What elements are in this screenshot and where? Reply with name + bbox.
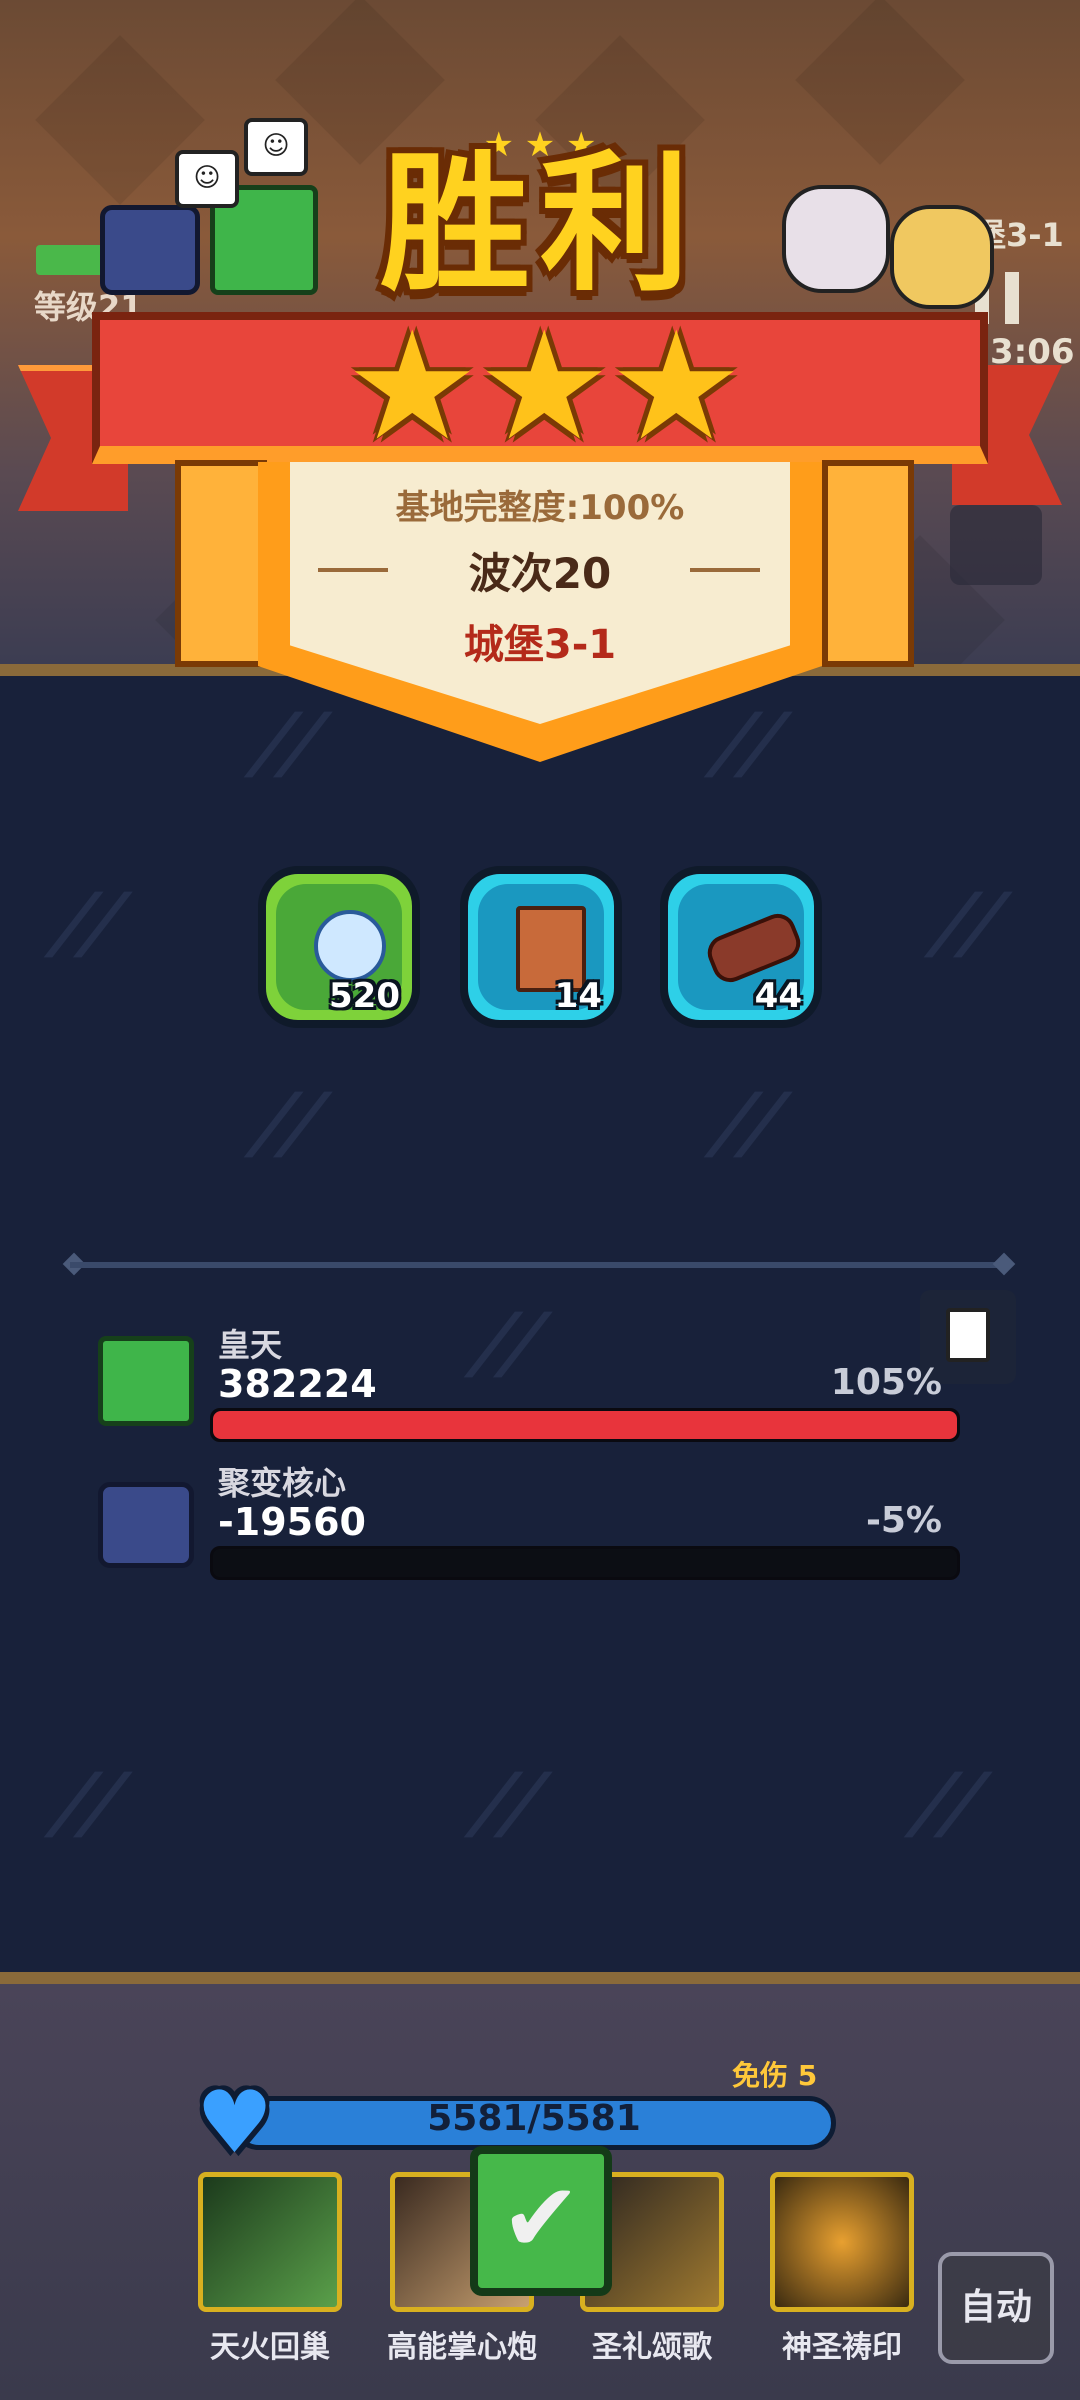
- fusion-core-avatar: [98, 1482, 194, 1568]
- base-integrity-text: 基地完整度:100%: [395, 488, 685, 528]
- huangtian-avatar: [98, 1336, 194, 1426]
- skill-label: 高能掌心炮: [387, 2330, 537, 2365]
- reward-book[interactable]: 14: [460, 866, 622, 1028]
- stat-value: 382224: [218, 1362, 377, 1406]
- star-icon: ★: [477, 300, 612, 474]
- victory-ribbon: ★ ★ ★: [92, 312, 988, 464]
- skill-label: 天火回巢: [210, 2330, 330, 2365]
- stage-name-text: 城堡3-1: [463, 622, 617, 668]
- stat-name: 聚变核心: [218, 1464, 347, 1502]
- reward-crystal[interactable]: 520: [258, 866, 420, 1028]
- skill-slot-4[interactable]: [770, 2172, 914, 2312]
- smile-emote-icon: ☺: [175, 150, 239, 208]
- reward-count: 14: [554, 976, 602, 1016]
- skill-label: 圣礼颂歌: [592, 2330, 712, 2365]
- crystal-orb-icon: [314, 910, 386, 982]
- star-icon: ★: [609, 300, 744, 474]
- auto-button[interactable]: 自动: [938, 2252, 1054, 2364]
- smile-emote-icon: ☺: [244, 118, 308, 176]
- banner-flag-left: [175, 460, 267, 667]
- star-icon: ★: [345, 300, 480, 474]
- base-hp-text: 5581/5581: [427, 2098, 641, 2139]
- damage-share-bar: [210, 1546, 960, 1580]
- paladin-character-sprite: [890, 205, 994, 309]
- damage-share-fill: [213, 1411, 957, 1439]
- confirm-button[interactable]: ✔: [470, 2146, 612, 2296]
- checkmark-icon: ✔: [500, 2162, 582, 2274]
- stat-percent: 105%: [830, 1362, 942, 1403]
- stats-divider: [70, 1262, 1010, 1268]
- skill-label: 神圣祷印: [782, 2330, 902, 2365]
- reward-count: 520: [329, 976, 400, 1016]
- damage-reduction-text: 免伤 5: [732, 2059, 818, 2092]
- skill-slot-1[interactable]: [198, 2172, 342, 2312]
- victory-title: 胜利: [379, 138, 700, 312]
- damage-share-bar: [210, 1408, 960, 1442]
- banner-flag-right: [822, 460, 914, 667]
- document-icon: [946, 1308, 990, 1362]
- stat-percent: -5%: [865, 1500, 942, 1541]
- reward-count: 44: [754, 976, 802, 1016]
- priestess-character-sprite: [782, 185, 890, 293]
- wave-count-text: 波次20: [468, 549, 612, 598]
- reward-wood[interactable]: 44: [660, 866, 822, 1028]
- bottom-scene-border: [0, 1972, 1080, 1984]
- stat-value: -19560: [218, 1500, 366, 1544]
- side-menu-icon[interactable]: [950, 505, 1042, 585]
- fusion-core-character-sprite: [100, 205, 200, 295]
- heart-icon: ♥: [196, 2073, 274, 2173]
- stat-name: 皇天: [218, 1326, 283, 1364]
